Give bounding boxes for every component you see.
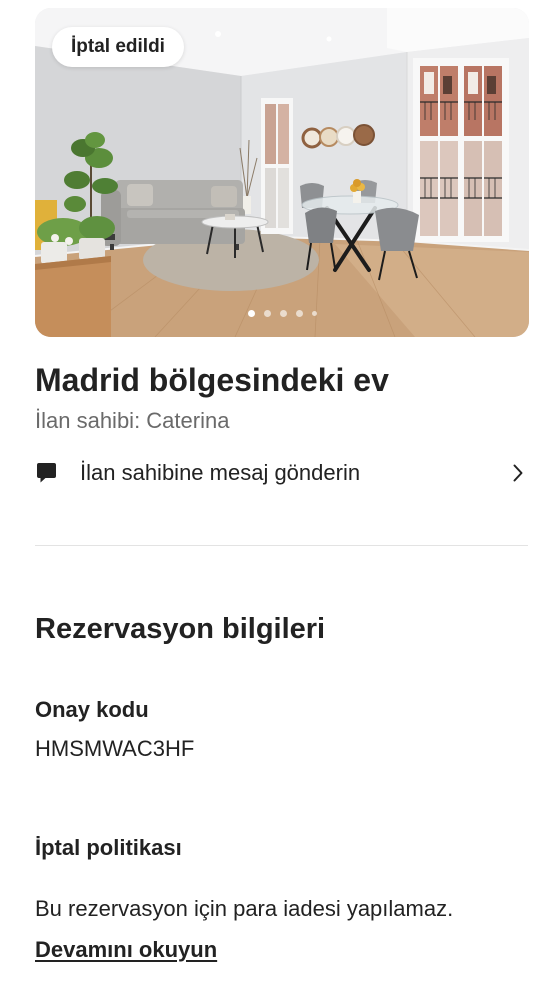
cancellation-policy-text: Bu rezervasyon için para iadesi yapılama… xyxy=(35,896,454,921)
read-more-link[interactable]: Devamını okuyun xyxy=(35,936,217,964)
message-host-label: İlan sahibine mesaj gönderin xyxy=(80,460,361,485)
chevron-right-icon xyxy=(513,464,523,482)
confirmation-code-value: HMSMWAC3HF xyxy=(35,736,195,761)
sofa xyxy=(101,180,245,250)
chat-bubble-icon xyxy=(36,462,57,484)
status-badge-label: İptal edildi xyxy=(71,36,165,57)
carousel-dot xyxy=(263,309,271,317)
back-window xyxy=(261,98,293,234)
host-name: İlan sahibi: Caterina xyxy=(35,408,230,433)
confirmation-code-label: Onay kodu xyxy=(35,697,149,722)
listing-title: Madrid bölgesindeki ev xyxy=(35,362,389,398)
carousel-dot xyxy=(279,309,287,317)
cancellation-policy-label: İptal politikası xyxy=(35,835,182,860)
listing-photo-carousel[interactable]: İptal edildi xyxy=(35,8,529,337)
carousel-dots xyxy=(35,309,529,317)
carousel-dot xyxy=(247,309,255,317)
message-host-button[interactable]: İlan sahibine mesaj gönderin xyxy=(35,451,529,495)
french-doors xyxy=(413,58,509,242)
section-divider xyxy=(35,545,528,546)
status-badge: İptal edildi xyxy=(52,27,184,67)
reservation-details-heading: Rezervasyon bilgileri xyxy=(35,613,326,645)
carousel-dot xyxy=(311,310,317,316)
carousel-dot xyxy=(295,309,303,317)
